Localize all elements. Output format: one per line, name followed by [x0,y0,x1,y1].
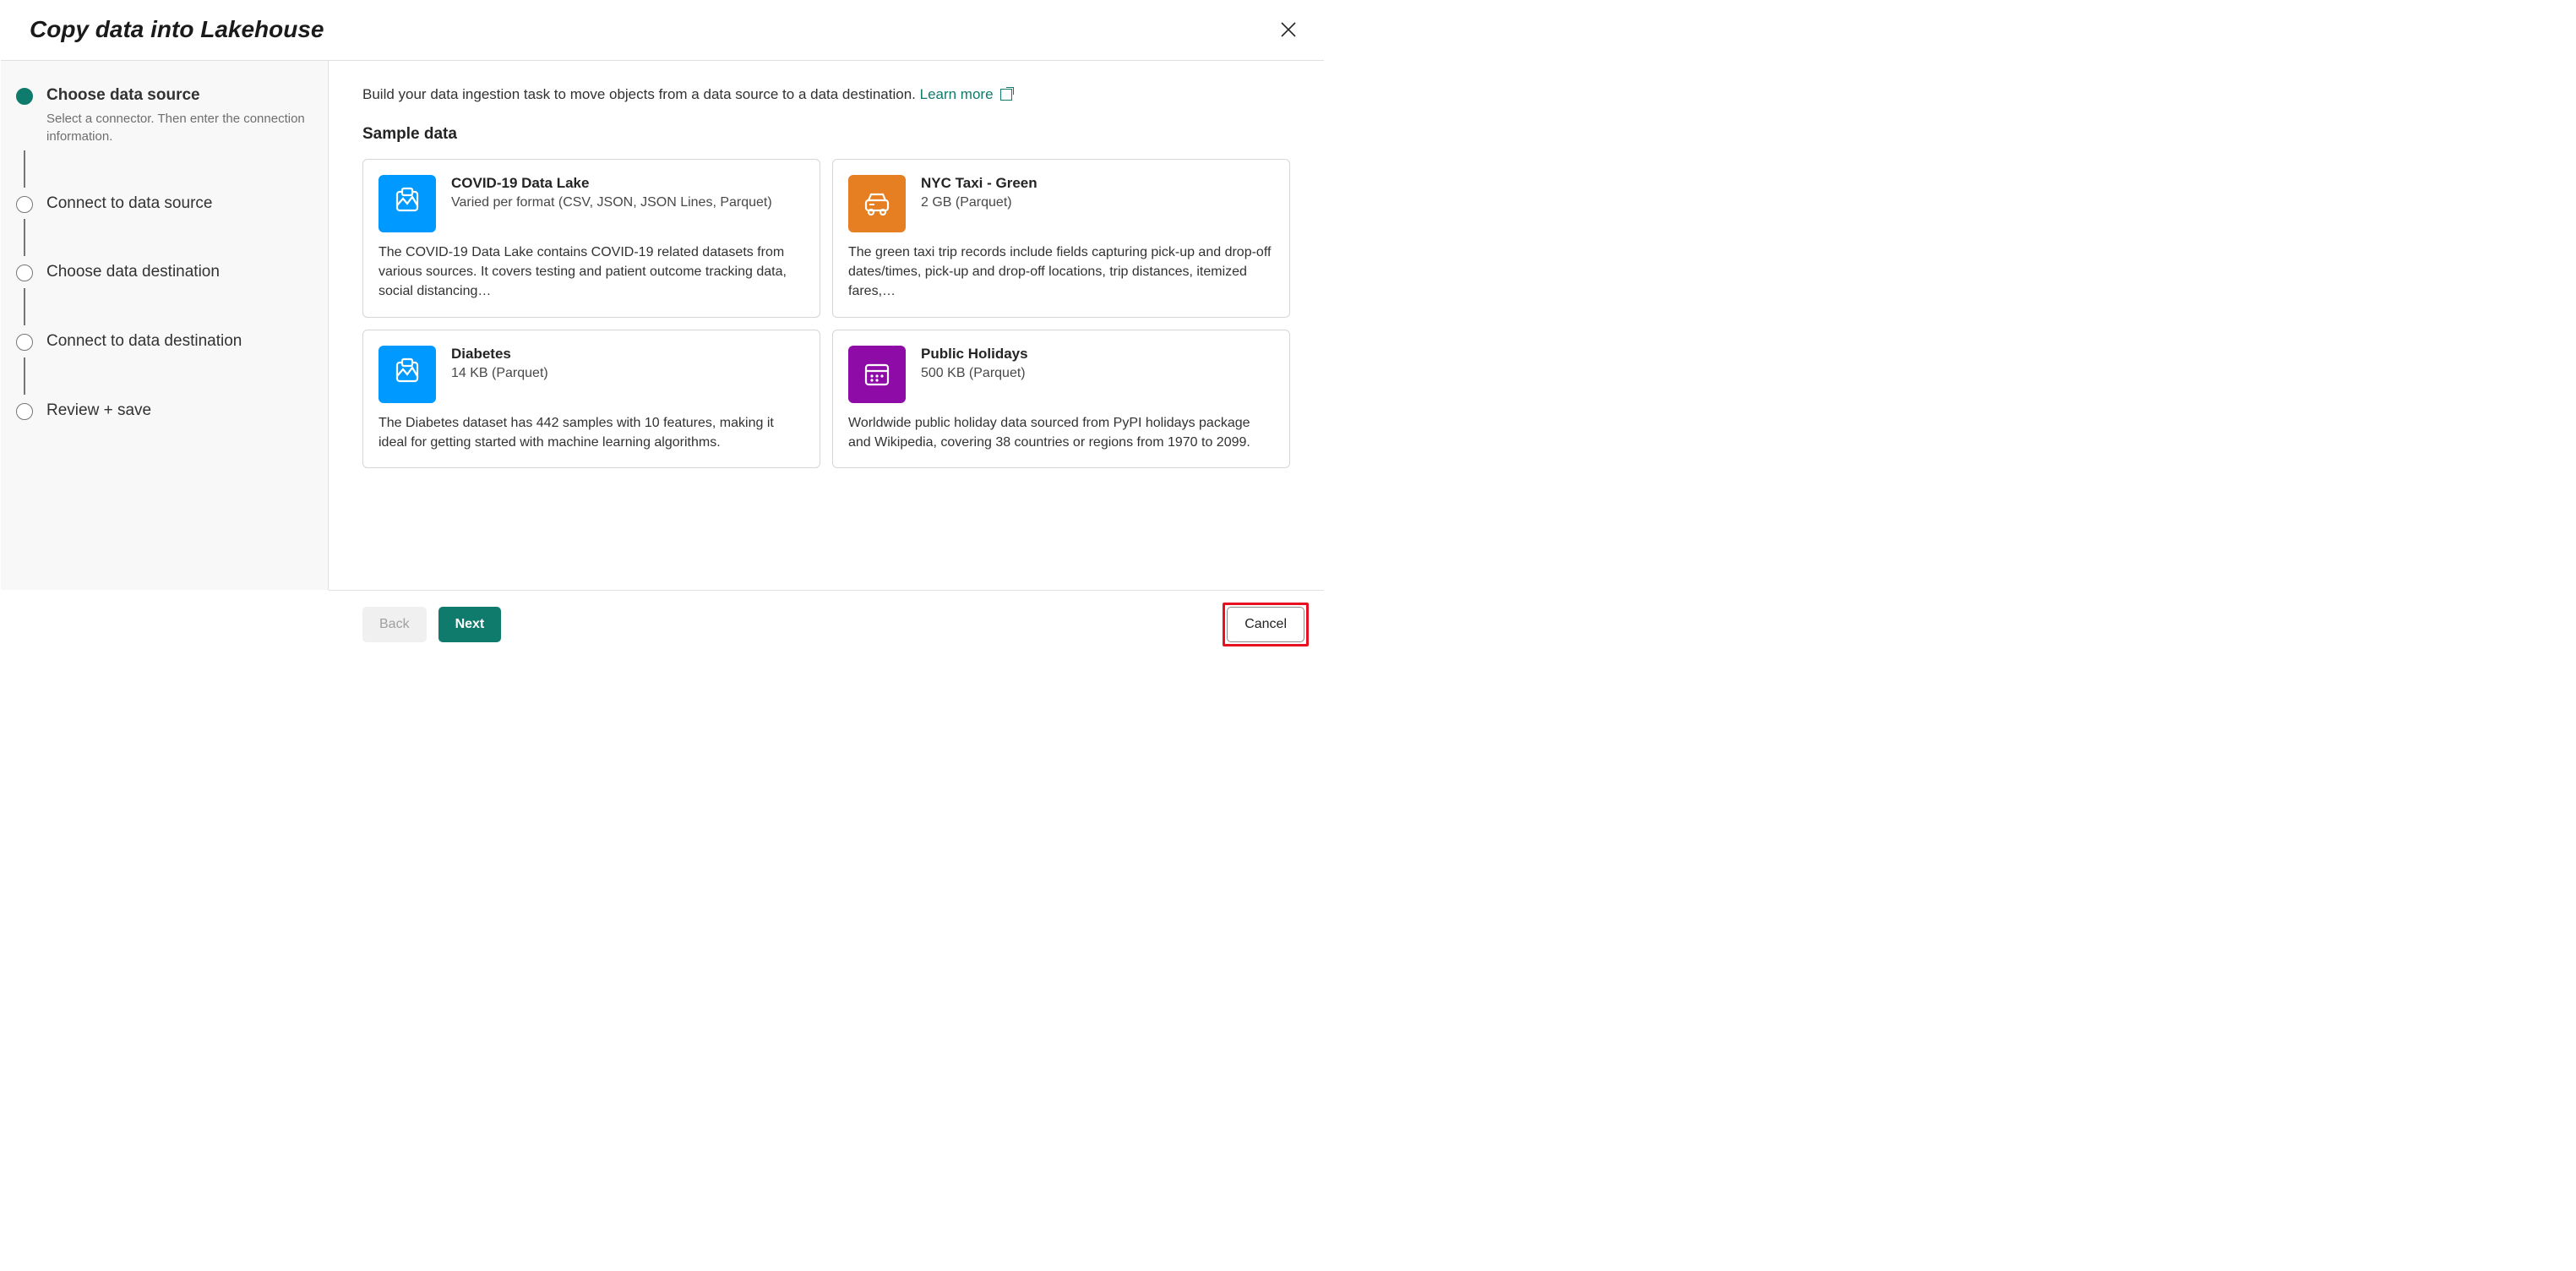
step-title: Connect to data source [46,193,313,215]
learn-more-label: Learn more [920,86,994,103]
step-description: Select a connector. Then enter the conne… [46,110,313,145]
data-lake-monitor-icon [379,346,436,403]
card-covid-19-data-lake[interactable]: COVID-19 Data Lake Varied per format (CS… [362,159,820,318]
step-connect-to-data-source[interactable]: Connect to data source [16,193,313,215]
back-button: Back [362,607,427,642]
intro-text: Build your data ingestion task to move o… [362,86,920,102]
step-title: Review + save [46,400,313,422]
step-title: Connect to data destination [46,330,313,352]
card-title: NYC Taxi - Green [921,175,1037,192]
card-public-holidays[interactable]: Public Holidays 500 KB (Parquet) Worldwi… [832,330,1290,468]
step-indicator-icon [16,403,33,420]
sample-data-cards: COVID-19 Data Lake Varied per format (CS… [362,159,1290,468]
step-connector-icon [24,288,25,325]
dialog-footer: Back Next Cancel [329,590,1324,658]
card-title: COVID-19 Data Lake [451,175,772,192]
step-indicator-icon [16,265,33,281]
step-connector-icon [24,357,25,395]
calendar-icon [848,346,906,403]
card-description: The Diabetes dataset has 442 samples wit… [379,413,804,452]
cancel-highlight: Cancel [1223,603,1309,646]
step-review-save[interactable]: Review + save [16,400,313,422]
step-indicator-icon [16,334,33,351]
step-connector-icon [24,219,25,256]
main-content: Build your data ingestion task to move o… [329,61,1324,590]
next-button[interactable]: Next [438,607,502,642]
dialog-header: Copy data into Lakehouse [1,1,1324,61]
card-subtitle: Varied per format (CSV, JSON, JSON Lines… [451,194,772,212]
cancel-button[interactable]: Cancel [1227,607,1304,642]
step-indicator-icon [16,196,33,213]
intro-text-row: Build your data ingestion task to move o… [362,86,1290,103]
step-indicator-active-icon [16,88,33,105]
step-title: Choose data source [46,85,313,106]
step-choose-data-destination[interactable]: Choose data destination [16,261,313,283]
dialog-title: Copy data into Lakehouse [30,16,324,43]
card-diabetes[interactable]: Diabetes 14 KB (Parquet) The Diabetes da… [362,330,820,468]
card-description: The green taxi trip records include fiel… [848,243,1274,302]
section-title-sample-data: Sample data [362,125,1290,144]
card-title: Public Holidays [921,346,1028,363]
copy-data-dialog: Copy data into Lakehouse Choose data sou… [0,0,1325,659]
taxi-icon [848,175,906,232]
card-subtitle: 2 GB (Parquet) [921,194,1037,212]
card-subtitle: 14 KB (Parquet) [451,364,548,383]
dialog-body: Choose data source Select a connector. T… [1,61,1324,590]
card-nyc-taxi-green[interactable]: NYC Taxi - Green 2 GB (Parquet) The gree… [832,159,1290,318]
external-link-icon [1000,89,1012,101]
step-choose-data-source[interactable]: Choose data source Select a connector. T… [16,85,313,145]
step-connect-to-data-destination[interactable]: Connect to data destination [16,330,313,352]
card-subtitle: 500 KB (Parquet) [921,364,1028,383]
data-lake-monitor-icon [379,175,436,232]
card-description: Worldwide public holiday data sourced fr… [848,413,1274,452]
card-title: Diabetes [451,346,548,363]
close-icon [1280,21,1297,38]
wizard-steps-sidebar: Choose data source Select a connector. T… [1,61,329,590]
step-connector-icon [24,150,25,188]
card-description: The COVID-19 Data Lake contains COVID-19… [379,243,804,302]
learn-more-link[interactable]: Learn more [920,86,1012,103]
step-title: Choose data destination [46,261,313,283]
close-button[interactable] [1278,19,1299,40]
